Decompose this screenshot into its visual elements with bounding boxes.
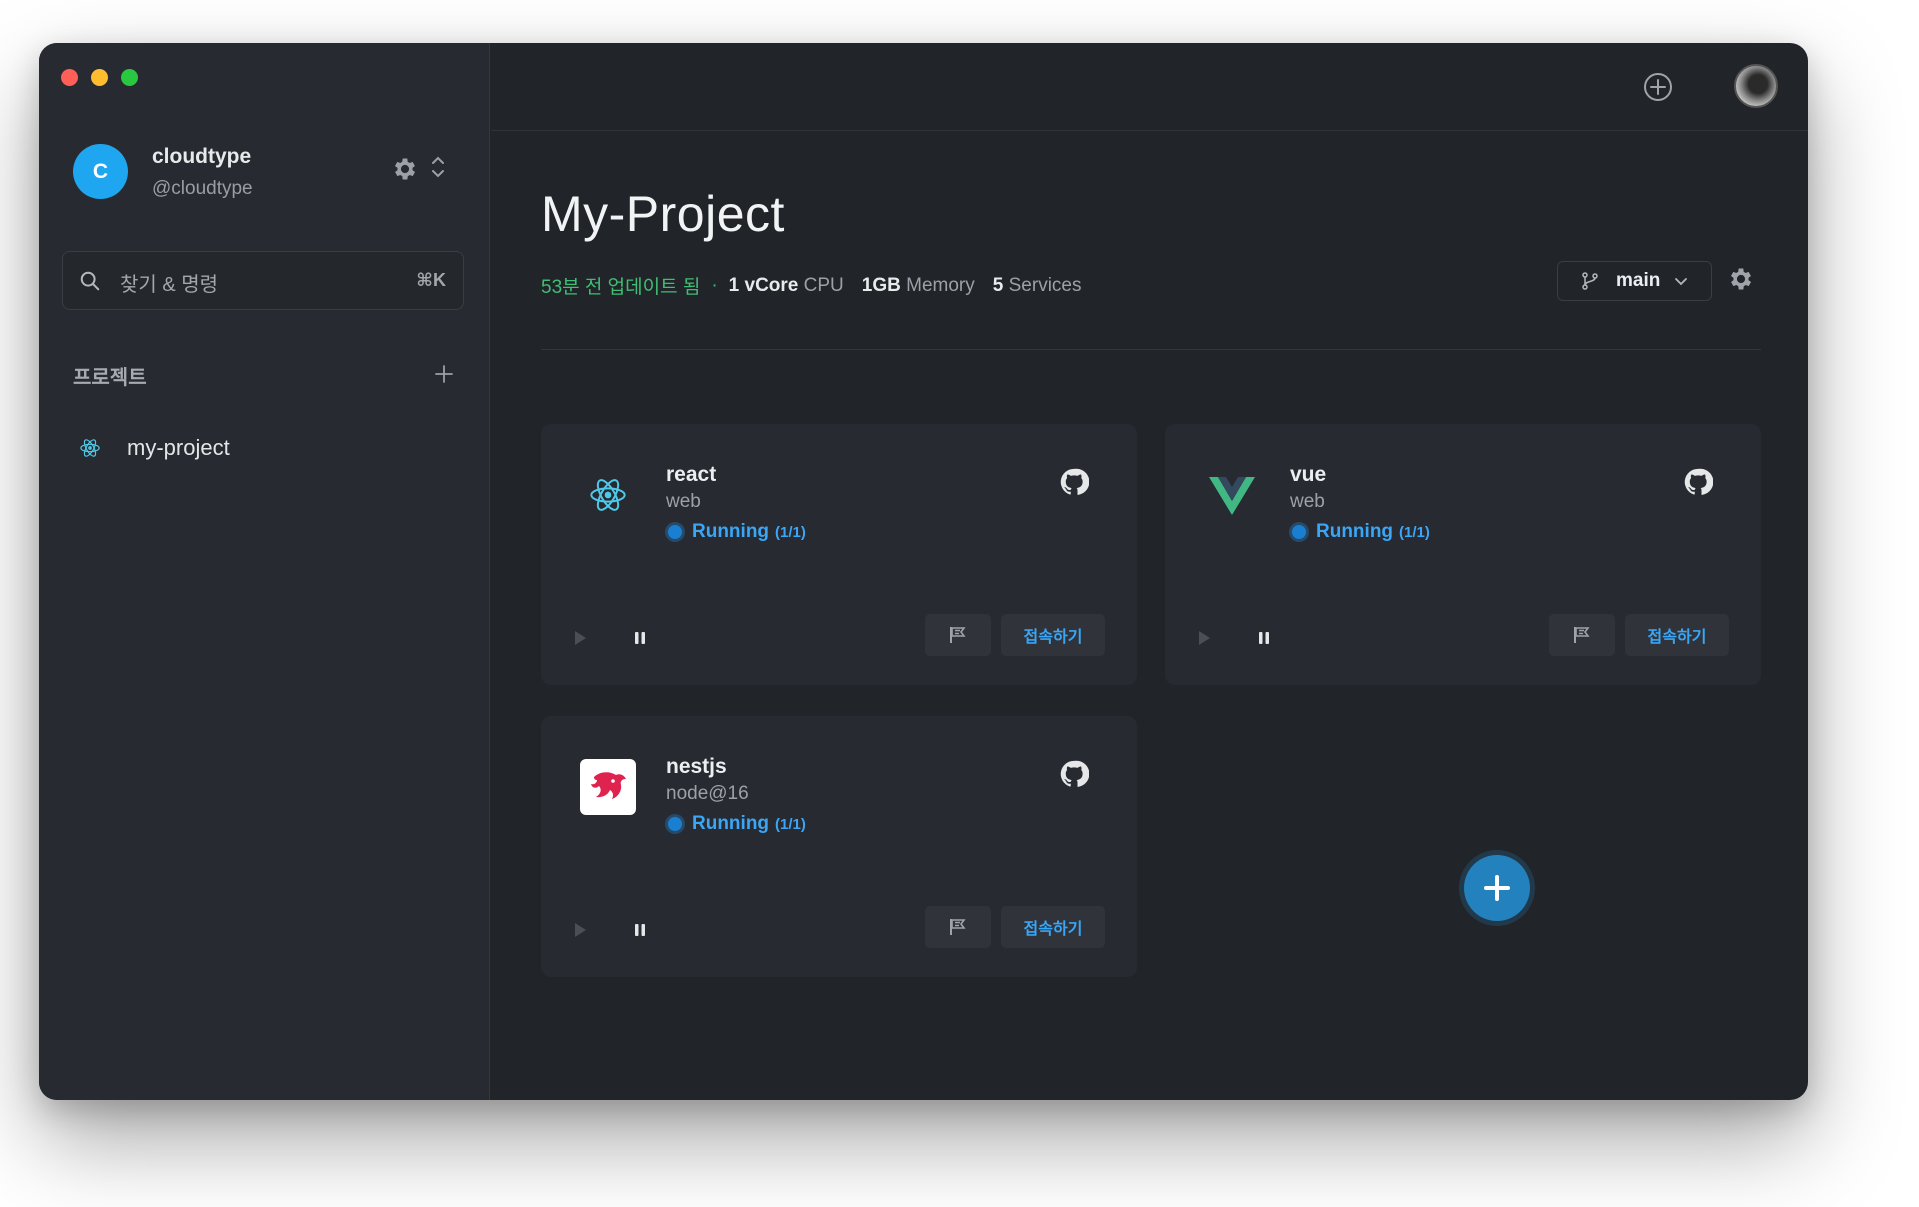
- logs-button[interactable]: [925, 614, 991, 656]
- service-status: Running (1/1): [1290, 521, 1430, 543]
- branch-selector[interactable]: main: [1557, 261, 1712, 301]
- projects-section-header: 프로젝트: [73, 361, 463, 391]
- window-controls: [61, 69, 138, 86]
- memory-value: 1GB: [861, 274, 901, 296]
- service-type: web: [1290, 491, 1325, 512]
- sidebar-item-label: my-project: [127, 435, 230, 460]
- search-placeholder: 찾기 & 명령: [120, 274, 219, 296]
- react-icon: [80, 439, 100, 457]
- project-settings-gear-icon[interactable]: [1727, 265, 1755, 293]
- maximize-window-button[interactable]: [121, 69, 138, 86]
- add-circle-icon[interactable]: [1642, 71, 1674, 103]
- memory-label: Memory: [906, 274, 975, 296]
- service-name: react: [666, 463, 717, 486]
- status-instances: (1/1): [775, 815, 806, 833]
- plus-icon: [1484, 875, 1510, 901]
- top-bar: [491, 43, 1808, 131]
- sidebar: C cloudtype @cloudtype 찾기 & 명령 ⌘K 프로젝트 m…: [39, 43, 490, 1100]
- user-avatar[interactable]: [1734, 64, 1778, 108]
- close-window-button[interactable]: [61, 69, 78, 86]
- logs-button[interactable]: [925, 906, 991, 948]
- last-updated: 53분 전 업데이트 됨: [541, 277, 701, 298]
- logs-flag-icon: [950, 627, 966, 643]
- search-command-bar[interactable]: 찾기 & 명령 ⌘K: [62, 251, 464, 310]
- meta-separator: ·: [711, 274, 718, 296]
- project-meta: 53분 전 업데이트 됨 · 1 vCore CPU 1GB Memory 5 …: [541, 272, 1081, 299]
- pause-icon[interactable]: [631, 629, 649, 647]
- github-icon[interactable]: [1059, 467, 1089, 497]
- service-type: node@16: [666, 783, 749, 804]
- branch-label: main: [1616, 270, 1661, 291]
- header-divider: [541, 349, 1761, 350]
- logs-flag-icon: [1574, 627, 1590, 643]
- service-name: nestjs: [666, 755, 727, 778]
- play-icon[interactable]: [571, 921, 589, 939]
- connect-button[interactable]: 접속하기: [1001, 906, 1105, 948]
- services-label: Services: [1008, 274, 1082, 296]
- projects-heading: 프로젝트: [73, 367, 147, 389]
- app-window: C cloudtype @cloudtype 찾기 & 명령 ⌘K 프로젝트 m…: [39, 43, 1808, 1100]
- status-text: Running: [692, 813, 770, 834]
- sidebar-item-my-project[interactable]: my-project: [73, 428, 463, 468]
- account-avatar[interactable]: C: [73, 144, 128, 199]
- add-project-icon[interactable]: [433, 363, 455, 385]
- cpu-label: CPU: [803, 274, 844, 296]
- settings-gear-icon[interactable]: [391, 155, 419, 183]
- account-handle: @cloudtype: [152, 178, 253, 199]
- pause-icon[interactable]: [1255, 629, 1273, 647]
- logs-button[interactable]: [1549, 614, 1615, 656]
- github-icon[interactable]: [1683, 467, 1713, 497]
- logs-flag-icon: [950, 919, 966, 935]
- add-service-button[interactable]: [1464, 855, 1530, 921]
- status-text: Running: [1316, 521, 1394, 542]
- service-logo: [1201, 464, 1263, 526]
- status-dot: [668, 525, 682, 539]
- page-title: My-Project: [541, 186, 785, 242]
- service-card-react[interactable]: react web Running (1/1) 접속하기: [541, 424, 1137, 685]
- account-switcher[interactable]: C cloudtype @cloudtype: [73, 137, 463, 207]
- status-instances: (1/1): [775, 523, 806, 541]
- vue-icon: [1209, 477, 1255, 515]
- connect-button[interactable]: 접속하기: [1001, 614, 1105, 656]
- service-status: Running (1/1): [666, 521, 806, 543]
- chevron-up-down-icon[interactable]: [430, 154, 446, 180]
- minimize-window-button[interactable]: [91, 69, 108, 86]
- service-card-nestjs[interactable]: nestjs node@16 Running (1/1) 접속하기: [541, 716, 1137, 977]
- status-text: Running: [692, 521, 770, 542]
- services-value: 5: [992, 274, 1004, 296]
- service-status: Running (1/1): [666, 813, 806, 835]
- account-name: cloudtype: [152, 145, 252, 168]
- git-branch-icon: [1582, 272, 1598, 290]
- github-icon[interactable]: [1059, 759, 1089, 789]
- service-type: web: [666, 491, 701, 512]
- search-shortcut: ⌘K: [416, 270, 446, 290]
- service-name: vue: [1290, 463, 1327, 486]
- service-logo: [577, 756, 639, 818]
- service-logo: [577, 464, 639, 526]
- play-icon[interactable]: [1195, 629, 1213, 647]
- nestjs-icon: [580, 759, 636, 815]
- chevron-down-icon: [1675, 278, 1688, 286]
- react-icon: [590, 479, 626, 511]
- service-card-vue[interactable]: vue web Running (1/1) 접속하기: [1165, 424, 1761, 685]
- connect-button[interactable]: 접속하기: [1625, 614, 1729, 656]
- cpu-value: 1 vCore: [728, 274, 799, 296]
- pause-icon[interactable]: [631, 921, 649, 939]
- status-dot: [1292, 525, 1306, 539]
- search-icon: [80, 271, 100, 291]
- status-instances: (1/1): [1399, 523, 1430, 541]
- play-icon[interactable]: [571, 629, 589, 647]
- status-dot: [668, 817, 682, 831]
